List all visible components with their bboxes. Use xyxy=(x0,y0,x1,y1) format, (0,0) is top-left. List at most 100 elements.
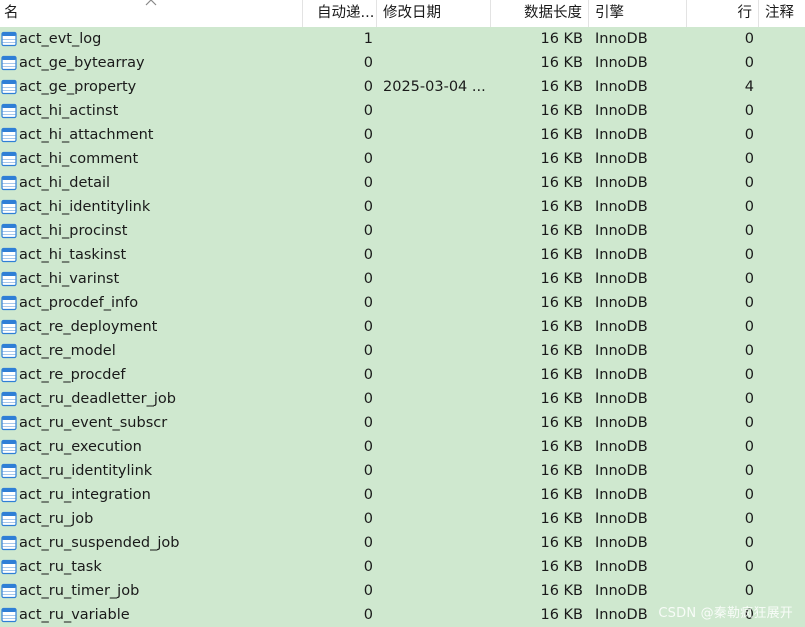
modified-date-cell xyxy=(383,387,490,411)
column-header-engine[interactable]: 引擎 xyxy=(589,0,687,27)
row-count-cell: 0 xyxy=(744,295,754,311)
engine-cell: InnoDB xyxy=(595,559,648,575)
auto-increment-cell: 0 xyxy=(363,271,373,287)
data-length-cell: 16 KB xyxy=(540,391,583,407)
table-row[interactable]: act_hi_comment 0 16 KB InnoDB 0 xyxy=(0,147,805,171)
table-name-cell: act_ru_task xyxy=(19,559,102,575)
data-length-cell: 16 KB xyxy=(540,343,583,359)
table-icon xyxy=(1,103,17,119)
column-header-name[interactable]: 名 xyxy=(0,0,303,27)
table-row[interactable]: act_hi_identitylink 0 16 KB InnoDB 0 xyxy=(0,195,805,219)
table-row[interactable]: act_ru_suspended_job 0 16 KB InnoDB 0 xyxy=(0,531,805,555)
column-header-comment[interactable]: 注释 xyxy=(759,0,805,27)
row-count-cell: 0 xyxy=(744,55,754,71)
row-count-cell: 0 xyxy=(744,343,754,359)
auto-increment-cell: 0 xyxy=(363,319,373,335)
table-name-cell: act_re_procdef xyxy=(19,367,126,383)
row-count-cell: 0 xyxy=(744,199,754,215)
engine-cell: InnoDB xyxy=(595,271,648,287)
row-count-cell: 0 xyxy=(744,127,754,143)
row-count-cell: 0 xyxy=(744,103,754,119)
data-length-cell: 16 KB xyxy=(540,79,583,95)
table-name-cell: act_hi_varinst xyxy=(19,271,120,287)
table-icon xyxy=(1,271,17,287)
table-row[interactable]: act_ru_execution 0 16 KB InnoDB 0 xyxy=(0,435,805,459)
table-name-cell: act_re_model xyxy=(19,343,116,359)
table-row[interactable]: act_hi_varinst 0 16 KB InnoDB 0 xyxy=(0,267,805,291)
table-row[interactable]: act_ru_integration 0 16 KB InnoDB 0 xyxy=(0,483,805,507)
modified-date-cell xyxy=(383,195,490,219)
table-icon xyxy=(1,175,17,191)
table-body: act_evt_log 1 16 KB InnoDB 0 act_ge_bytearray… xyxy=(0,27,805,627)
data-length-cell: 16 KB xyxy=(540,223,583,239)
modified-date-cell xyxy=(383,411,490,435)
modified-date-cell xyxy=(383,243,490,267)
table-name-cell: act_ru_job xyxy=(19,511,94,527)
table-row[interactable]: act_re_procdef 0 16 KB InnoDB 0 xyxy=(0,363,805,387)
table-row[interactable]: act_ru_identitylink 0 16 KB InnoDB 0 xyxy=(0,459,805,483)
auto-increment-cell: 0 xyxy=(363,79,373,95)
data-length-cell: 16 KB xyxy=(540,415,583,431)
modified-date-cell xyxy=(383,267,490,291)
auto-increment-cell: 0 xyxy=(363,295,373,311)
table-row[interactable]: act_procdef_info 0 16 KB InnoDB 0 xyxy=(0,291,805,315)
table-name-cell: act_ru_deadletter_job xyxy=(19,391,176,407)
table-row[interactable]: act_hi_detail 0 16 KB InnoDB 0 xyxy=(0,171,805,195)
data-length-cell: 16 KB xyxy=(540,535,583,551)
column-header-data-length[interactable]: 数据长度 xyxy=(491,0,589,27)
auto-increment-cell: 0 xyxy=(363,463,373,479)
table-row[interactable]: act_hi_attachment 0 16 KB InnoDB 0 xyxy=(0,123,805,147)
auto-increment-cell: 0 xyxy=(363,391,373,407)
table-icon xyxy=(1,391,17,407)
table-name-cell: act_ge_property xyxy=(19,79,137,95)
column-header-modified-date[interactable]: 修改日期 xyxy=(377,0,491,27)
engine-cell: InnoDB xyxy=(595,223,648,239)
table-row[interactable]: act_ge_property 0 2025-03-04 ... 16 KB InnoD… xyxy=(0,75,805,99)
table-row[interactable]: act_hi_taskinst 0 16 KB InnoDB 0 xyxy=(0,243,805,267)
data-length-cell: 16 KB xyxy=(540,319,583,335)
engine-cell: InnoDB xyxy=(595,199,648,215)
data-length-cell: 16 KB xyxy=(540,583,583,599)
table-icon xyxy=(1,415,17,431)
engine-cell: InnoDB xyxy=(595,247,648,263)
data-length-cell: 16 KB xyxy=(540,31,583,47)
table-name-cell: act_hi_comment xyxy=(19,151,139,167)
table-row[interactable]: act_ru_task 0 16 KB InnoDB 0 xyxy=(0,555,805,579)
table-row[interactable]: act_ru_deadletter_job 0 16 KB InnoDB 0 xyxy=(0,387,805,411)
table-icon xyxy=(1,31,17,47)
auto-increment-cell: 0 xyxy=(363,55,373,71)
auto-increment-cell: 0 xyxy=(363,151,373,167)
table-icon xyxy=(1,511,17,527)
table-row[interactable]: act_evt_log 1 16 KB InnoDB 0 xyxy=(0,27,805,51)
engine-cell: InnoDB xyxy=(595,55,648,71)
row-count-cell: 0 xyxy=(744,151,754,167)
modified-date-cell xyxy=(383,291,490,315)
table-icon xyxy=(1,535,17,551)
table-name-cell: act_hi_procinst xyxy=(19,223,128,239)
table-row[interactable]: act_ru_event_subscr 0 16 KB InnoDB 0 xyxy=(0,411,805,435)
engine-cell: InnoDB xyxy=(595,487,648,503)
column-header-auto-increment[interactable]: 自动递... xyxy=(303,0,377,27)
data-length-cell: 16 KB xyxy=(540,439,583,455)
table-row[interactable]: act_ru_timer_job 0 16 KB InnoDB 0 xyxy=(0,579,805,603)
table-icon xyxy=(1,439,17,455)
auto-increment-cell: 1 xyxy=(363,31,373,47)
modified-date-cell xyxy=(383,579,490,603)
table-row[interactable]: act_ru_job 0 16 KB InnoDB 0 xyxy=(0,507,805,531)
table-row[interactable]: act_re_model 0 16 KB InnoDB 0 xyxy=(0,339,805,363)
data-length-cell: 16 KB xyxy=(540,127,583,143)
engine-cell: InnoDB xyxy=(595,367,648,383)
row-count-cell: 0 xyxy=(744,247,754,263)
column-header-rows[interactable]: 行 xyxy=(687,0,759,27)
engine-cell: InnoDB xyxy=(595,391,648,407)
table-row[interactable]: act_re_deployment 0 16 KB InnoDB 0 xyxy=(0,315,805,339)
table-icon xyxy=(1,223,17,239)
engine-cell: InnoDB xyxy=(595,103,648,119)
table-row[interactable]: act_ge_bytearray 0 16 KB InnoDB 0 xyxy=(0,51,805,75)
table-icon xyxy=(1,55,17,71)
table-icon xyxy=(1,151,17,167)
sort-up-icon xyxy=(145,0,157,6)
table-row[interactable]: act_hi_actinst 0 16 KB InnoDB 0 xyxy=(0,99,805,123)
table-name-cell: act_hi_detail xyxy=(19,175,111,191)
table-row[interactable]: act_hi_procinst 0 16 KB InnoDB 0 xyxy=(0,219,805,243)
